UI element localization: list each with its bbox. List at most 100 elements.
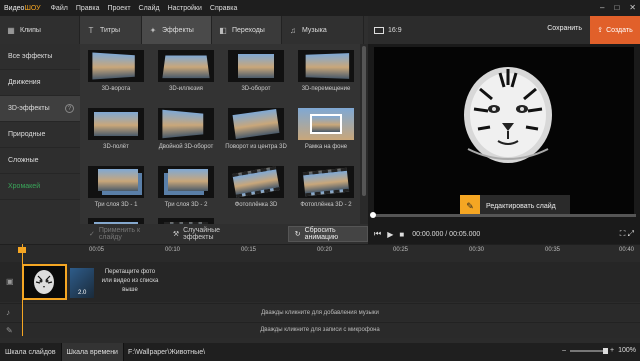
preview-panel: 16:9 Сохранить ⇪ Создать ✎ Редактировать … <box>368 16 640 244</box>
sidebar-item-all-effects[interactable]: Все эффекты <box>0 44 80 70</box>
effect-item[interactable] <box>82 212 150 224</box>
text-icon: T <box>88 25 94 35</box>
app-logo: Видео ШОУ <box>4 4 41 12</box>
playback-seek-bar[interactable] <box>370 212 636 218</box>
sidebar-item-nature[interactable]: Природные <box>0 122 80 148</box>
drop-media-hint: Перетащите фото или видео из списка выше <box>101 269 159 293</box>
play-icon[interactable]: ▶ <box>387 230 393 239</box>
zoom-out-icon[interactable]: – <box>562 347 566 354</box>
tab-titles[interactable]: T Титры <box>80 16 142 44</box>
monitor-icon <box>374 26 384 34</box>
minimize-icon[interactable]: – <box>600 3 604 12</box>
tab-time-timeline[interactable]: Шкала времени <box>61 343 124 361</box>
music-track-hint: Дважды кликните для добавления музыки <box>261 310 379 316</box>
ruler-mark: 00:40 <box>619 247 635 253</box>
folder-path: F:\Wallpaper\Животные\ <box>127 348 206 356</box>
effect-item[interactable]: 3D-иллюзия <box>152 44 220 106</box>
effect-thumbnail <box>158 50 214 82</box>
stop-icon[interactable]: ■ <box>399 230 404 239</box>
ruler-mark: 00:35 <box>545 247 561 253</box>
effect-thumbnail <box>158 166 214 198</box>
zoom-slider[interactable] <box>570 347 608 354</box>
preview-toolbar: 16:9 Сохранить ⇪ Создать <box>368 16 640 44</box>
save-button[interactable]: Сохранить <box>547 25 582 32</box>
maximize-icon[interactable]: □ <box>614 3 619 12</box>
export-icon: ⇪ <box>597 27 604 34</box>
clips-icon: ▦ <box>7 25 15 35</box>
seek-handle[interactable] <box>370 212 376 218</box>
status-bar: Шкала слайдов Шкала времени F:\Wallpaper… <box>0 343 640 361</box>
ruler-mark: 00:05 <box>89 247 105 253</box>
effects-scrollbar[interactable] <box>360 44 368 224</box>
ruler-mark: 00:30 <box>469 247 485 253</box>
playback-controls: ⏮ ▶ ■ 00:00.000 / 00:05.000 ⛶ ⤢ <box>368 224 640 244</box>
menu-item-project[interactable]: Проект <box>107 5 130 12</box>
tab-music[interactable]: ♫ Музыка <box>282 16 364 44</box>
effect-thumbnail <box>298 50 354 82</box>
time-display: 00:00.000 / 00:05.000 <box>412 230 481 238</box>
effect-item[interactable]: Фотоплёнка 3D <box>222 160 290 222</box>
film-icon: ▣ <box>6 277 14 286</box>
transitions-icon: ◧ <box>219 25 227 35</box>
tab-effects[interactable]: ✦ Эффекты <box>142 16 212 44</box>
sidebar-item-chromakey[interactable]: Хромакей <box>0 174 80 200</box>
music-track[interactable]: ♪ Дважды кликните для добавления музыки <box>0 303 640 321</box>
zoom-in-icon[interactable]: + <box>610 347 614 354</box>
effects-categories: Все эффекты Движения 3D-эффекты? Природн… <box>0 44 80 244</box>
slide-thumbnail[interactable] <box>22 264 67 300</box>
tab-slide-timeline[interactable]: Шкала слайдов <box>0 343 62 361</box>
aspect-ratio-selector[interactable]: 16:9 <box>374 26 402 34</box>
effect-item[interactable]: 3D-перемещение <box>292 44 360 106</box>
sidebar-item-3d-effects[interactable]: 3D-эффекты? <box>0 96 80 122</box>
random-effects-button[interactable]: ⚒ Случайные эффекты <box>167 226 248 242</box>
menu-item-edit[interactable]: Правка <box>76 5 100 12</box>
slides-track: ▣ <box>0 262 640 302</box>
playhead-line <box>22 244 23 336</box>
effects-icon: ✦ <box>149 25 157 35</box>
apply-to-slide-button[interactable]: ✓ Применить к слайду <box>83 226 161 242</box>
help-icon[interactable]: ? <box>65 104 74 113</box>
create-button[interactable]: ⇪ Создать <box>590 16 640 44</box>
transition-block[interactable]: 2.0 <box>70 268 94 298</box>
effect-thumbnail <box>298 108 354 140</box>
effect-thumbnail <box>88 108 144 140</box>
check-icon: ✓ <box>89 231 95 238</box>
effects-actions: ✓ Применить к слайду ⚒ Случайные эффекты ↻… <box>80 224 368 244</box>
tab-clips[interactable]: ▦ Клипы <box>0 16 80 44</box>
effect-thumbnail <box>298 166 354 198</box>
zoom-level: 100% <box>618 347 636 354</box>
effect-item[interactable]: Рамка на фоне <box>292 102 360 164</box>
preview-stage: ✎ Редактировать слайд <box>374 47 634 217</box>
effect-item[interactable]: 3D-полёт <box>82 102 150 164</box>
ruler-mark: 00:10 <box>165 247 181 253</box>
effect-item[interactable] <box>152 212 220 224</box>
sidebar-item-motion[interactable]: Движения <box>0 70 80 96</box>
effect-item[interactable]: Двойной 3D-оборот <box>152 102 220 164</box>
tiger-thumbnail <box>24 266 65 298</box>
menu-item-file[interactable]: Файл <box>51 5 68 12</box>
menu-item-help[interactable]: Справка <box>210 5 237 12</box>
menu-item-slide[interactable]: Слайд <box>139 5 160 12</box>
effect-thumbnail <box>88 166 144 198</box>
effect-thumbnail <box>228 108 284 140</box>
reset-animation-button[interactable]: ↻ Сбросить анимацию <box>287 226 368 242</box>
ruler-mark: 00:20 <box>317 247 333 253</box>
effect-item[interactable]: 3D-ворота <box>82 44 150 106</box>
sidebar-item-complex[interactable]: Сложные <box>0 148 80 174</box>
magic-wand-icon: ⚒ <box>172 231 180 238</box>
close-icon[interactable]: ✕ <box>629 3 636 12</box>
effect-item[interactable]: 3D-оборот <box>222 44 290 106</box>
ruler-mark: 00:15 <box>241 247 257 253</box>
tab-transitions[interactable]: ◧ Переходы <box>212 16 282 44</box>
reset-icon: ↻ <box>294 231 301 238</box>
skip-back-icon[interactable]: ⏮ <box>374 229 381 239</box>
effect-item[interactable]: Поворот из центра 3D <box>222 102 290 164</box>
effects-grid: 3D-ворота 3D-иллюзия 3D-оборот 3D-переме… <box>80 44 360 224</box>
timeline-ruler[interactable]: 00:05 00:10 00:15 00:20 00:25 00:30 00:3… <box>0 244 640 262</box>
microphone-track[interactable]: ✎ Дважды кликните для записи с микрофона <box>0 322 640 338</box>
menu-item-settings[interactable]: Настройки <box>168 5 202 12</box>
fullscreen-icon[interactable]: ⛶ ⤢ <box>620 229 634 239</box>
transition-duration: 2.0 <box>78 290 87 296</box>
effect-item[interactable]: Фотоплёнка 3D - 2 <box>292 160 360 222</box>
title-bar: Видео ШОУ Файл Правка Проект Слайд Настро… <box>0 0 640 16</box>
